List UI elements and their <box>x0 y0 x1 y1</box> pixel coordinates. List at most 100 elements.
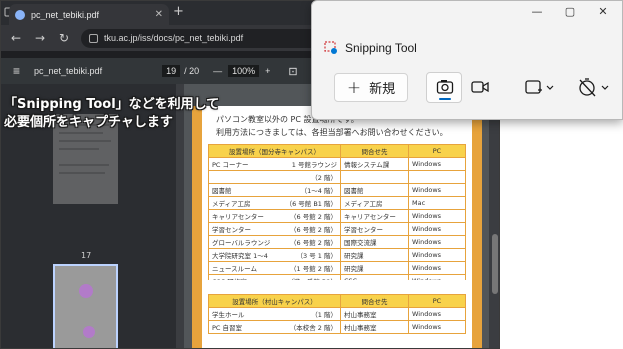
pdf-file-name: pc_net_tebiki.pdf <box>34 66 103 76</box>
table-row: 図書館 （1～4 階） 図書館 Windows <box>208 183 466 197</box>
url-text: tku.ac.jp/iss/docs/pc_net_tebiki.pdf <box>104 33 244 43</box>
zoom-out-icon[interactable]: — <box>213 66 222 76</box>
pc-cell: Mac <box>408 196 466 210</box>
location-table-kokubunji: 設置場所（国分寺キャンパス） 問合せ先 PC PC コーナー 1 号館ラウンジ 情報… <box>208 144 466 288</box>
contact-cell <box>340 170 409 184</box>
location-name: ニュースルーム <box>212 265 257 273</box>
column-header: PC <box>408 144 466 158</box>
app-title: Snipping Tool <box>345 41 417 55</box>
pc-cell: Windows <box>408 183 466 197</box>
column-header: 設置場所（国分寺キャンパス） <box>208 144 341 158</box>
location-floor: （6 号館 2 階） <box>290 239 337 247</box>
menu-icon[interactable]: ≡ <box>13 64 20 78</box>
thumbnail-graphic <box>83 326 95 338</box>
zoom-in-icon[interactable]: + <box>265 66 270 76</box>
plus-icon: + <box>346 77 362 98</box>
table-row: 学生ホール （1 階） 村山事務室 Windows <box>208 307 466 321</box>
pc-cell: Windows <box>408 307 466 321</box>
timer-off-dropdown[interactable] <box>576 75 612 99</box>
contact-cell: 情報システム課 <box>340 157 409 171</box>
location-cell: 図書館 （1～4 階） <box>208 183 341 197</box>
scrollbar-thumb[interactable] <box>492 234 498 294</box>
annotation-line: 必要個所をキャプチャします <box>4 115 173 130</box>
snip-shape-dropdown[interactable] <box>524 77 556 97</box>
contact-cell: 研究課 <box>340 261 409 275</box>
annotation-caption: 「Snipping Tool」などを利用して 必要個所をキャプチャします <box>4 96 219 132</box>
location-cell: 大学院研究室 1～4 （3 号 1 階） <box>208 248 341 262</box>
viewer-scrollbar[interactable] <box>489 84 499 348</box>
table-row: グローバルラウンジ （6 号館 2 階） 国際交流課 Windows <box>208 235 466 249</box>
forward-icon[interactable]: → <box>33 31 47 45</box>
back-icon[interactable]: ← <box>9 31 23 45</box>
location-table-murayama: 設置場所（村山キャンパス） 問合せ先 PC 学生ホール （1 階） 村山事務室 Win… <box>208 294 466 334</box>
fit-page-icon[interactable]: ⊡ <box>288 65 297 78</box>
column-header: 問合せ先 <box>340 144 409 158</box>
location-name: キャリアセンター <box>212 213 264 221</box>
pc-cell: Windows <box>408 261 466 275</box>
column-header: PC <box>408 294 466 308</box>
tab-title: pc_net_tebiki.pdf <box>31 9 100 20</box>
active-indicator <box>439 98 451 100</box>
table-header-row: 設置場所（村山キャンパス） 問合せ先 PC <box>208 294 466 308</box>
table-row: PC コーナー 1 号館ラウンジ 情報システム課 Windows <box>208 157 466 171</box>
location-floor: （6 号館 B1 階） <box>285 200 337 208</box>
snip-mode-button[interactable] <box>426 72 462 103</box>
location-name: メディア工房 <box>212 200 251 208</box>
zoom-controls: — 100% + <box>213 65 270 77</box>
location-floor: （1～4 階） <box>300 187 337 195</box>
tab-pdf[interactable]: pc_net_tebiki.pdf ✕ <box>9 4 169 25</box>
new-tab-icon[interactable]: + <box>173 4 184 19</box>
zoom-input[interactable]: 100% <box>228 65 260 77</box>
contact-cell: 村山事務室 <box>340 307 409 321</box>
table-row: メディア工房 （6 号館 B1 階） メディア工房 Mac <box>208 196 466 210</box>
snipping-tool-window: — ▢ ✕ Snipping Tool + 新規 <box>311 0 623 120</box>
location-cell: 学習センター （6 号館 2 階） <box>208 222 341 236</box>
location-floor: （6 号館 2 階） <box>290 226 337 234</box>
location-cell: メディア工房 （6 号館 B1 階） <box>208 196 341 210</box>
contact-cell: キャリアセンター <box>340 209 409 223</box>
contact-cell: 村山事務室 <box>340 320 409 334</box>
new-snip-button[interactable]: + 新規 <box>334 73 408 102</box>
contact-cell: 図書館 <box>340 183 409 197</box>
close-icon[interactable]: ✕ <box>588 5 618 18</box>
contact-cell: 国際交流課 <box>340 235 409 249</box>
page-border <box>472 106 482 348</box>
minimize-icon[interactable]: — <box>522 5 552 18</box>
table-row: PC 自習室 （本校舎 2 階） 村山事務室 Windows <box>208 320 466 334</box>
page-total: / 20 <box>184 66 200 76</box>
pc-cell: Windows <box>408 235 466 249</box>
reload-icon[interactable]: ↻ <box>57 31 71 45</box>
pdf-page: パソコン教室以外の PC 設置場所です。 利用方法につきましては、各担当部署へお… <box>192 106 482 348</box>
table-row: 学習センター （6 号館 2 階） 学習センター Windows <box>208 222 466 236</box>
table-gap <box>208 280 466 294</box>
table-row: キャリアセンター （6 号館 2 階） キャリアセンター Windows <box>208 209 466 223</box>
annotation-line: 「Snipping Tool」などを利用して <box>4 97 220 112</box>
location-floor: （3 号 1 階） <box>296 252 337 260</box>
thumbnail-page-label: 17 <box>81 251 92 260</box>
pc-cell <box>408 170 466 184</box>
location-cell: グローバルラウンジ （6 号館 2 階） <box>208 235 341 249</box>
location-floor: （本校舎 2 階） <box>289 324 337 332</box>
pc-cell: Windows <box>408 222 466 236</box>
location-floor: （1 階） <box>311 311 337 319</box>
table-header-row: 設置場所（国分寺キャンパス） 問合せ先 PC <box>208 144 466 158</box>
close-tab-icon[interactable]: ✕ <box>155 9 163 20</box>
table-row: ニュースルーム （1 号館 2 階） 研究課 Windows <box>208 261 466 275</box>
pdf-viewer: パソコン教室以外の PC 設置場所です。 利用方法につきましては、各担当部署へお… <box>184 84 489 348</box>
location-name: 学生ホール <box>212 311 245 319</box>
page-border <box>192 106 202 348</box>
maximize-icon[interactable]: ▢ <box>555 5 585 18</box>
intro-text: 利用方法につきましては、各担当部署へお問い合わせください。 <box>216 128 448 137</box>
site-info-icon[interactable] <box>89 33 98 43</box>
location-name: 大学院研究室 1～4 <box>212 252 268 260</box>
location-cell: （2 階） <box>208 170 341 184</box>
location-floor: （2 階） <box>311 174 337 182</box>
table-row: （2 階） <box>208 170 466 184</box>
location-name: グローバルラウンジ <box>212 239 271 247</box>
column-header: 設置場所（村山キャンパス） <box>208 294 341 308</box>
video-camera-icon[interactable] <box>470 77 490 97</box>
page-number-input[interactable]: 19 <box>162 65 181 77</box>
location-cell: PC コーナー 1 号館ラウンジ <box>208 157 341 171</box>
page-thumbnail-selected[interactable] <box>53 264 118 348</box>
pc-cell: Windows <box>408 157 466 171</box>
